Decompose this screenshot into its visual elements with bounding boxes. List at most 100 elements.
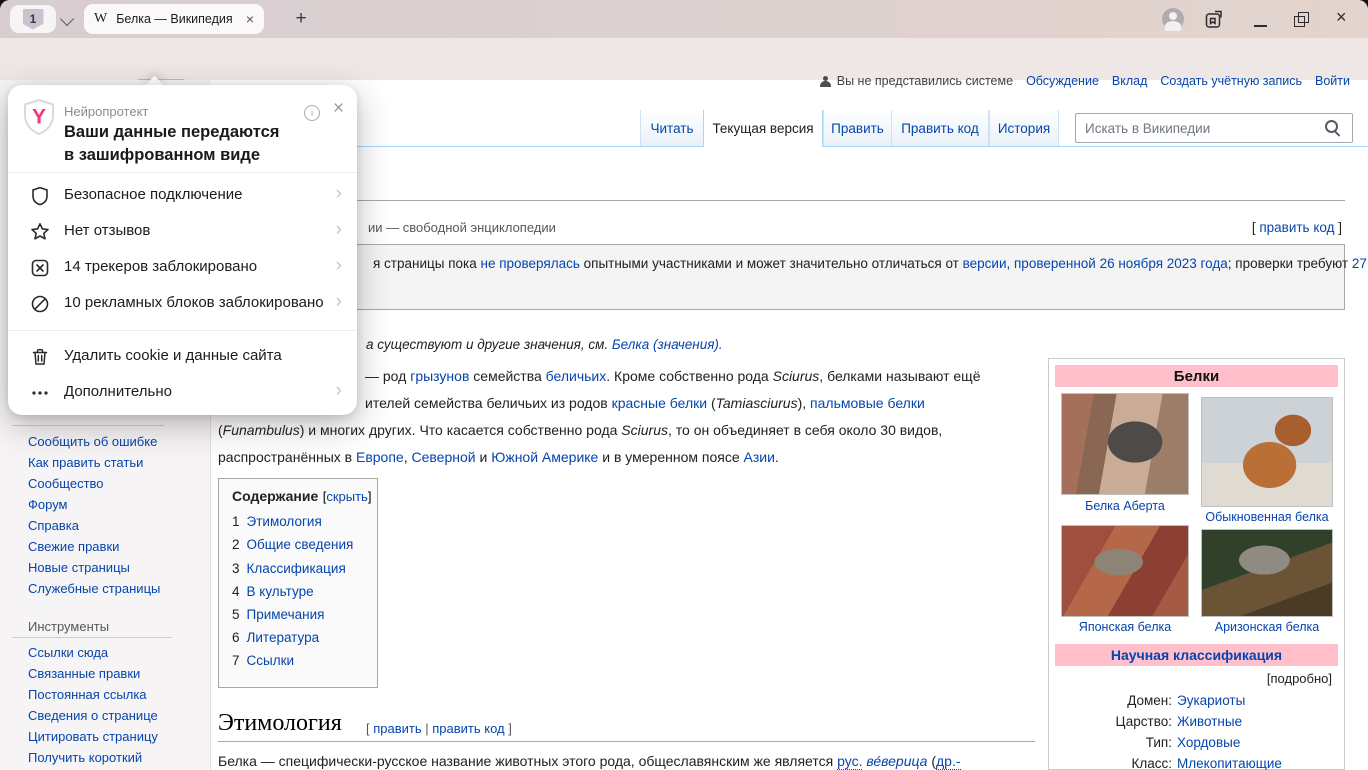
classification-row: Тип: Хордовые [1049, 735, 1339, 750]
sidebar-link[interactable]: Сообщество [28, 476, 104, 491]
chevron-right-icon: › [336, 380, 342, 402]
toc-item: 2Общие сведения [232, 537, 377, 552]
toc-hide-link[interactable]: [скрыть] [323, 489, 372, 504]
unreviewed-banner: я страницы пока не проверялась опытными … [226, 244, 1345, 310]
search-icon[interactable] [1325, 120, 1341, 136]
popup-divider [8, 330, 357, 331]
popup-close-icon[interactable]: × [333, 98, 344, 120]
sidebar-link[interactable]: Свежие правки [28, 539, 119, 554]
section-underline [218, 741, 1035, 742]
section-heading-etymology: Этимология [218, 710, 342, 737]
tab-read[interactable]: Читать [640, 110, 703, 146]
menu-item-delete-cookies[interactable]: Удалить cookie и данные сайта [8, 339, 357, 375]
svg-text:Y: Y [32, 106, 46, 129]
taxobox: Белки Белка Аберта Обыкновенная белка Яп… [1048, 358, 1345, 770]
sidebar-link[interactable]: Получить короткий [28, 750, 142, 765]
paragraph-line: — род грызунов семейства беличьих. Кроме… [365, 368, 980, 384]
banner-text: я страницы пока не проверялась опытными … [373, 256, 1367, 271]
trash-icon [30, 347, 50, 367]
section-edit-links[interactable]: [ править | править код ] [366, 721, 512, 736]
sidebar-link[interactable]: Постоянная ссылка [28, 687, 147, 702]
sidebar-link[interactable]: Как править статьи [28, 455, 143, 470]
sidebar-divider-line [12, 425, 164, 426]
avatar[interactable] [1162, 8, 1184, 30]
table-of-contents: Содержание [скрыть] 1Этимология 2Общие с… [218, 478, 378, 688]
chevron-right-icon: › [336, 255, 342, 277]
sidebar-link[interactable]: Справка [28, 518, 79, 533]
squirrel-photo-aberts[interactable] [1061, 393, 1189, 495]
toc-item: 7Ссылки [232, 653, 377, 668]
star-icon [30, 222, 50, 242]
bookmarks-panel-icon[interactable] [1205, 10, 1224, 29]
link-login[interactable]: Войти [1315, 74, 1350, 88]
tab-belka-wikipedia[interactable]: W Белка — Википедия × [84, 4, 264, 34]
tab-history[interactable]: История [989, 110, 1059, 146]
chevron-right-icon: › [336, 183, 342, 205]
sidebar-link[interactable]: Цитировать страницу [28, 729, 158, 744]
tab-close-icon[interactable]: × [246, 11, 254, 27]
chevron-right-icon: › [336, 291, 342, 313]
classification-row: Царство: Животные [1049, 714, 1339, 729]
link-create-account[interactable]: Создать учётную запись [1160, 74, 1302, 88]
protect-popup: Y Нейропротект i × Ваши данные передаютс… [8, 85, 357, 415]
blocked-tracker-icon [30, 258, 50, 278]
close-icon[interactable]: × [1336, 7, 1347, 28]
paragraph-line: (Funambulus) и многих других. Что касает… [218, 422, 942, 438]
tab-edit-source[interactable]: Править код [891, 110, 989, 146]
sidebar-link[interactable]: Новые страницы [28, 560, 130, 575]
classification-header[interactable]: Научная классификация [1055, 644, 1338, 666]
detail-link[interactable]: [подробно] [1267, 671, 1332, 686]
squirrel-photo-arizona[interactable] [1201, 529, 1333, 617]
wiki-search-box[interactable] [1075, 113, 1353, 143]
sidebar-link[interactable]: Служебные страницы [28, 581, 160, 596]
classification-row: Класс: Млекопитающие [1049, 756, 1339, 770]
chevron-right-icon: › [336, 219, 342, 241]
new-tab-button[interactable]: + [288, 6, 314, 32]
menu-item-secure-connection[interactable]: Безопасное подключение › [8, 178, 357, 214]
popup-divider [8, 172, 357, 173]
yandex-protect-logo: Y [21, 98, 57, 138]
sidebar-link[interactable]: Сведения о странице [28, 708, 158, 723]
image-caption[interactable]: Обыкновенная белка [1201, 510, 1333, 524]
toc-item: 5Примечания [232, 607, 377, 622]
info-icon[interactable]: i [304, 105, 320, 121]
tab-title: Белка — Википедия [116, 12, 240, 26]
sidebar-link[interactable]: Форум [28, 497, 68, 512]
restore-icon[interactable] [1294, 12, 1310, 28]
sidebar-link[interactable]: Связанные правки [28, 666, 140, 681]
tab-bar: 1 W Белка — Википедия × + × [0, 0, 1368, 38]
tab-current-version[interactable]: Текущая версия [703, 110, 823, 147]
sidebar-link[interactable]: Ссылки сюда [28, 645, 108, 660]
classification-row: Домен: Эукариоты [1049, 693, 1339, 708]
edit-code-link[interactable]: [ править код ] [1252, 220, 1342, 235]
title-underline [218, 200, 1345, 201]
menu-item-trackers-blocked[interactable]: 14 трекеров заблокировано › [8, 250, 357, 286]
tab-count-badge: 1 [23, 9, 44, 30]
link-contributions[interactable]: Вклад [1112, 74, 1148, 88]
sidebar-link[interactable]: Сообщить об ошибке [28, 434, 157, 449]
menu-item-ads-blocked[interactable]: 10 рекламных блоков заблокировано › [8, 286, 357, 322]
toc-item: 1Этимология [232, 514, 377, 529]
menu-item-reviews[interactable]: Нет отзывов › [8, 214, 357, 250]
squirrel-photo-japanese[interactable] [1061, 525, 1189, 617]
tab-counter-button[interactable]: 1 [10, 5, 56, 33]
shield-icon [30, 186, 50, 206]
minimize-icon[interactable] [1254, 25, 1267, 27]
site-subtitle: ии — свободной энциклопедии [368, 220, 556, 235]
ad-block-icon [30, 294, 50, 314]
tab-edit[interactable]: Править [823, 110, 891, 146]
image-caption[interactable]: Белка Аберта [1061, 499, 1189, 513]
squirrel-photo-red[interactable] [1201, 397, 1333, 507]
etymology-paragraph: Белка — специфически-русское название жи… [218, 753, 961, 769]
image-caption[interactable]: Японская белка [1061, 620, 1189, 634]
menu-item-more[interactable]: Дополнительно › [8, 375, 357, 411]
search-input[interactable] [1076, 114, 1323, 142]
sidebar-tools-header: Инструменты [28, 619, 109, 634]
taxobox-title: Белки [1055, 365, 1338, 387]
image-caption[interactable]: Аризонская белка [1201, 620, 1333, 634]
popup-title: Ваши данные передаются в зашифрованном в… [64, 121, 279, 167]
login-status: Вы не представились системе [837, 74, 1013, 88]
link-discussion[interactable]: Обсуждение [1026, 74, 1099, 88]
toc-item: 4В культуре [232, 584, 377, 599]
chevron-down-icon[interactable] [60, 12, 74, 26]
